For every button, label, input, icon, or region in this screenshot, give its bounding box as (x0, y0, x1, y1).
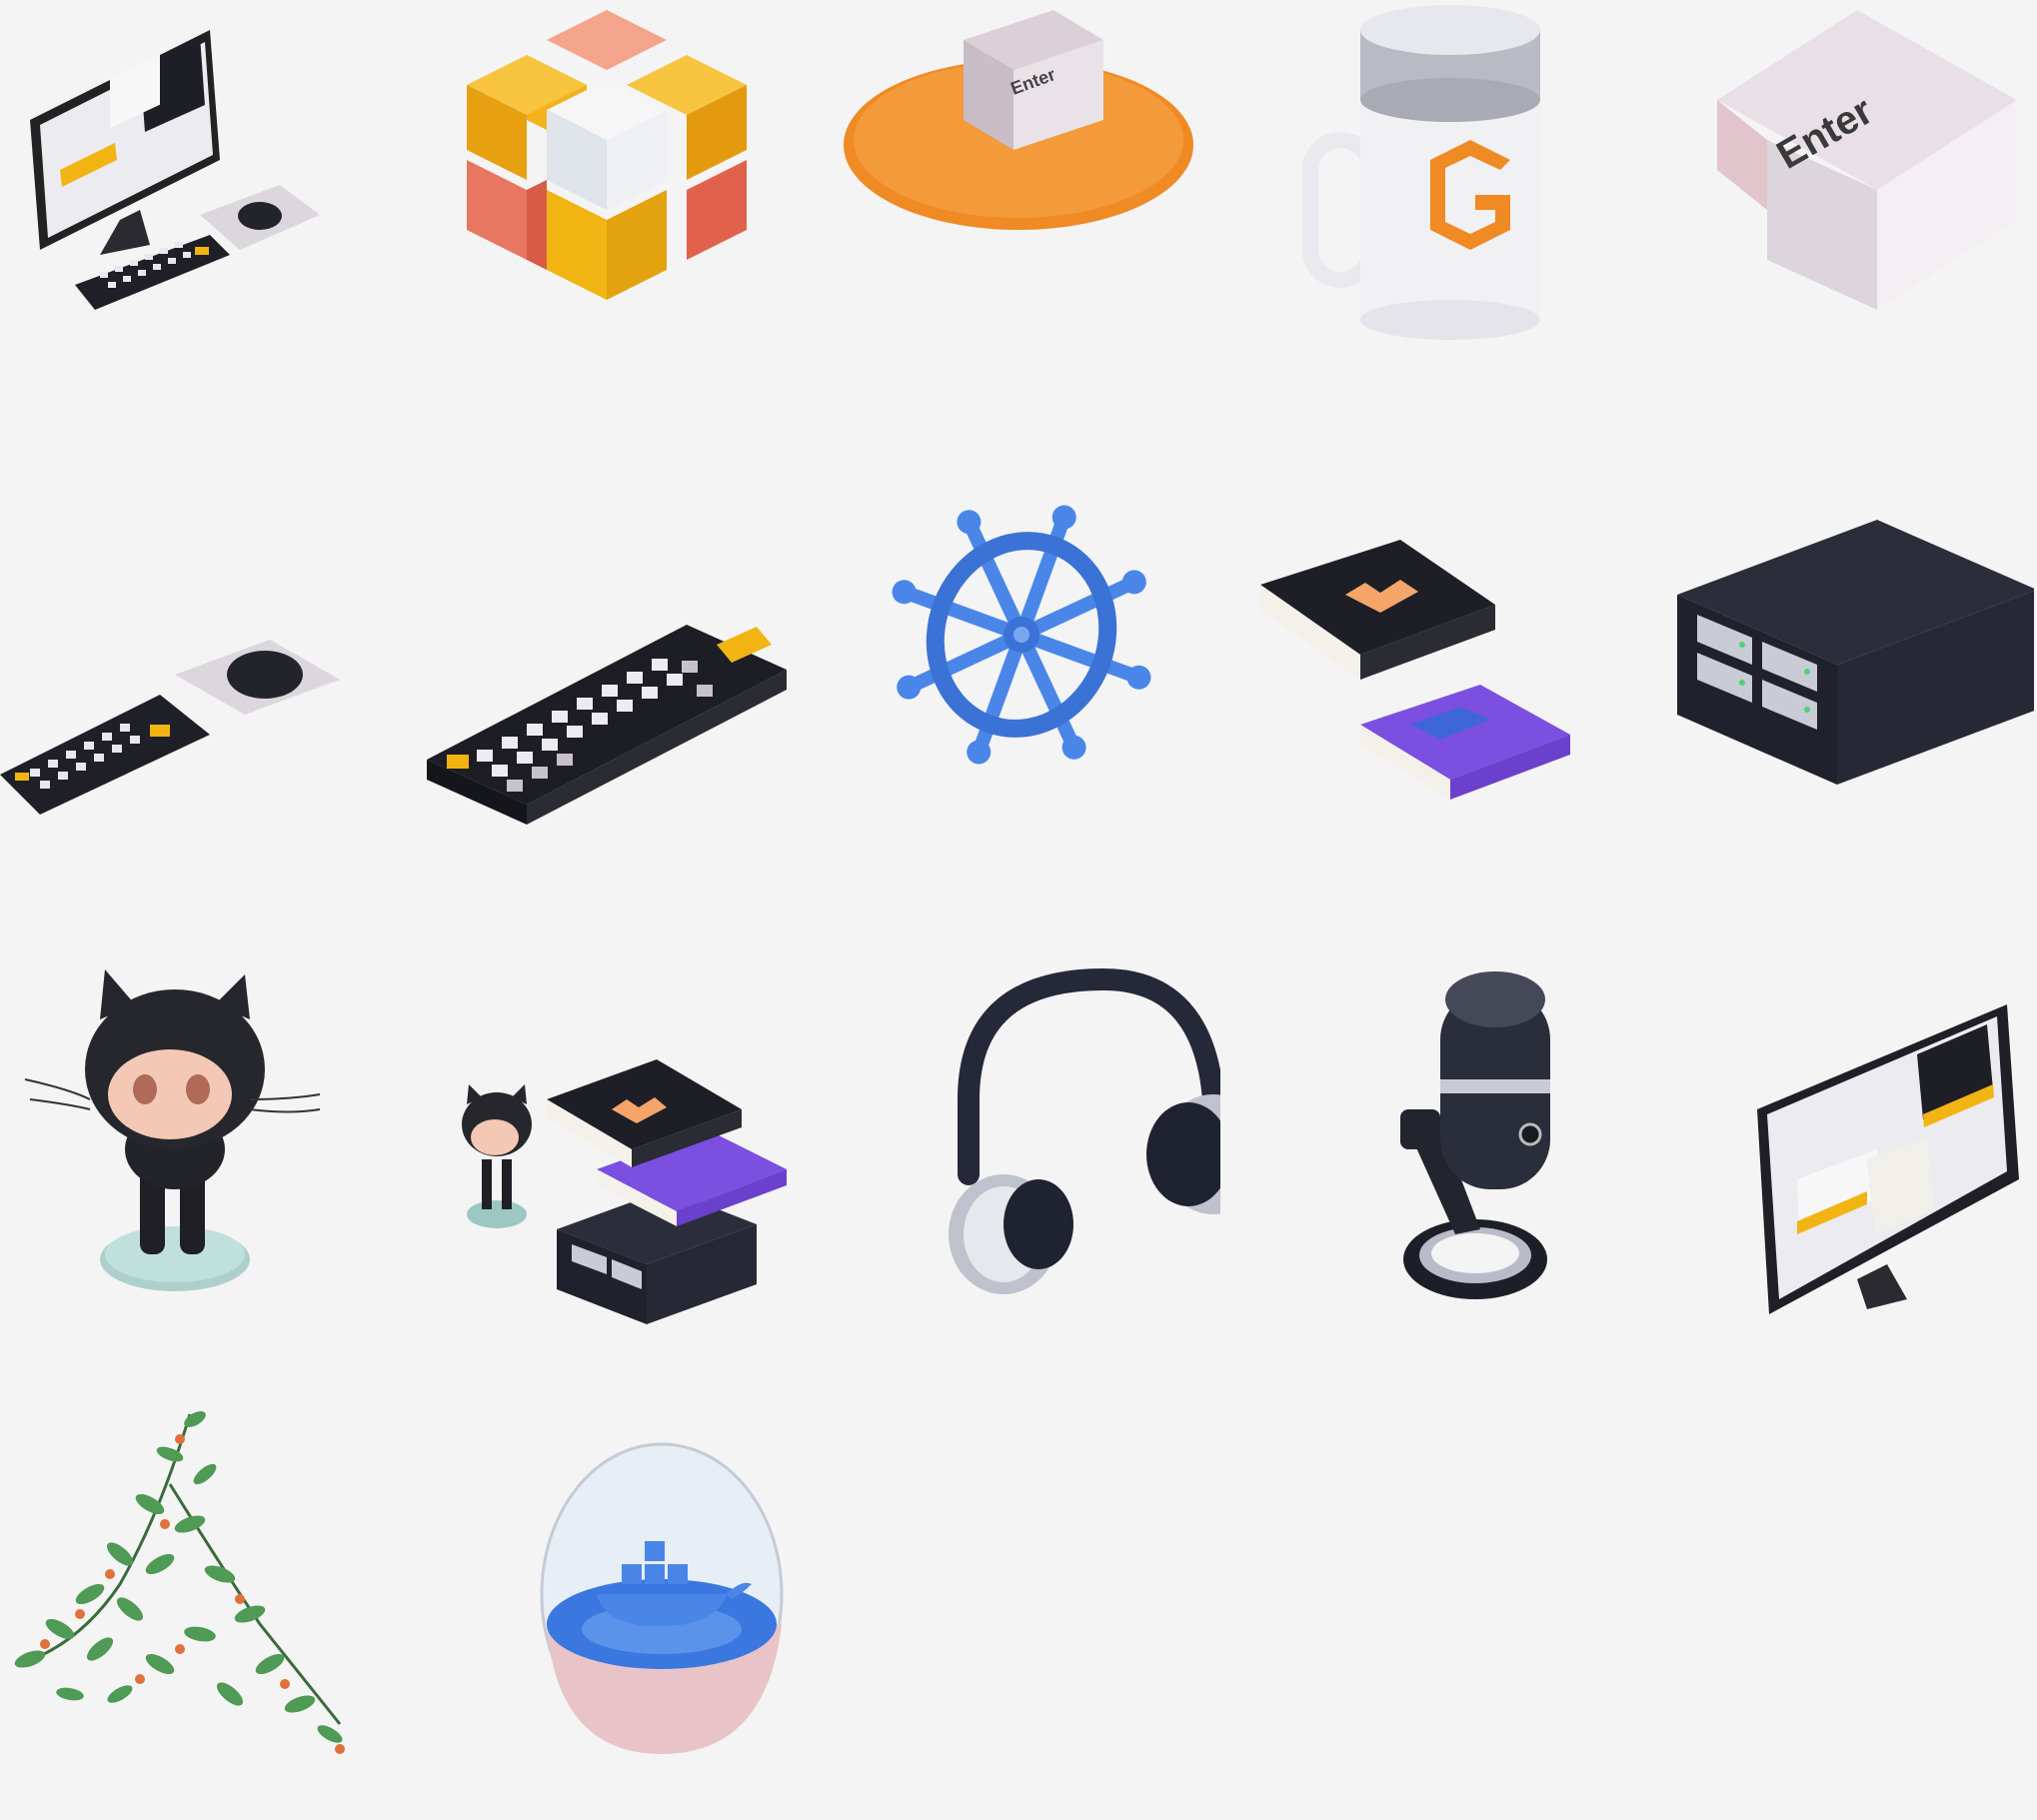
plant-icon (0, 1364, 407, 1819)
ship-wheel-icon (814, 455, 1220, 910)
computer-setup-icon (0, 0, 407, 455)
monitor-icon (1627, 910, 2034, 1364)
icon-gallery: Enter Enter (0, 0, 2037, 1820)
keyboard-icon (407, 455, 814, 910)
rubiks-cube-icon (407, 0, 814, 455)
keyboard-and-mouse-icon (0, 455, 407, 910)
docker-terrarium-icon (407, 1364, 814, 1819)
server-icon (1627, 455, 2034, 910)
octocat-books-server-icon (407, 910, 814, 1364)
enter-key-on-rug-icon: Enter (814, 0, 1220, 455)
octocat-icon (0, 910, 407, 1364)
books-icon (1220, 455, 1627, 910)
headphones-icon (814, 910, 1220, 1364)
enter-key-icon: Enter (1627, 0, 2034, 455)
gitpod-mug-icon (1220, 0, 1627, 455)
microphone-icon (1220, 910, 1627, 1364)
